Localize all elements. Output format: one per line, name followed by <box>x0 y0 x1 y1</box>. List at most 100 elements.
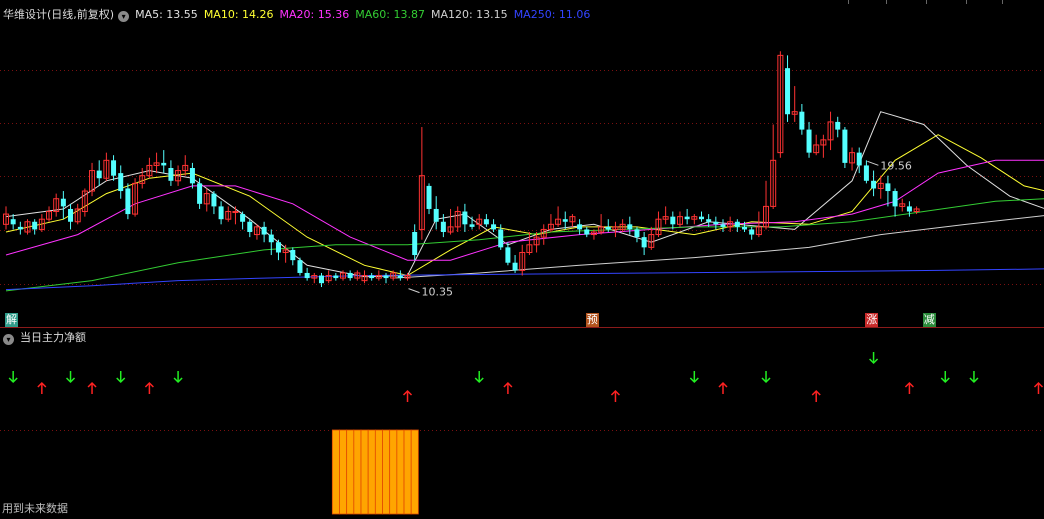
candle-body-down <box>247 221 253 232</box>
signal-arrow-down <box>940 371 950 384</box>
candle-body-down <box>369 275 375 279</box>
indicator-menu-icon[interactable]: ▾ <box>3 334 14 345</box>
candle-body-down <box>68 208 74 222</box>
candle-body-down <box>383 275 389 279</box>
candle-body-down <box>189 168 195 184</box>
ma-legend-item: MA250: 11.06 <box>513 8 591 21</box>
signal-arrow-up <box>144 381 154 394</box>
candle-body-down <box>211 193 217 207</box>
candle-body-down <box>885 183 891 192</box>
candle-body-down <box>96 170 102 179</box>
candle-body-down <box>856 152 862 166</box>
candle-body-down <box>304 272 310 279</box>
stock-title[interactable]: 华维设计(日线,前复权) <box>3 8 114 21</box>
candle-body-down <box>835 121 841 130</box>
candle-body-down <box>426 185 432 209</box>
candle-body-down <box>318 275 324 284</box>
candle-body-down <box>197 183 203 204</box>
signal-arrow-down <box>869 352 879 365</box>
candle-body-down <box>397 275 403 279</box>
candle-body-down <box>842 129 848 163</box>
candle-body-down <box>333 275 339 279</box>
event-tag[interactable]: 解 <box>5 313 18 327</box>
candle-body-up <box>232 211 239 214</box>
candle-body-down <box>863 165 869 181</box>
candle-body-down <box>713 221 719 225</box>
net-amount-bars <box>331 429 419 515</box>
indicator-title[interactable]: 当日主力净额 <box>20 331 86 344</box>
net-amount-bar <box>396 429 405 515</box>
signal-arrow-up <box>37 381 47 394</box>
candlesticks <box>3 51 920 288</box>
settings-circle-icon[interactable]: ▾ <box>118 11 130 22</box>
signal-arrow-up <box>811 389 821 402</box>
event-tag[interactable]: 减 <box>922 313 936 327</box>
candle-body-down <box>498 229 504 248</box>
candle-body-down <box>297 260 303 273</box>
signal-arrow-up <box>610 389 620 402</box>
candle-body-down <box>605 226 611 230</box>
candle-body-down <box>440 221 446 232</box>
net-amount-bar <box>353 429 362 515</box>
ma-legend-item: MA60: 13.87 <box>355 8 425 21</box>
signal-arrow-down <box>761 371 771 384</box>
candle-body-down <box>720 224 726 227</box>
candle-body-down <box>742 226 748 230</box>
signal-arrow-up <box>402 389 413 402</box>
net-amount-bar <box>339 429 348 515</box>
candle-body-down <box>17 226 23 230</box>
event-tag[interactable]: 预 <box>585 313 599 327</box>
candle-body-down <box>347 272 353 279</box>
signal-arrow-down <box>8 371 18 384</box>
net-amount-bar <box>403 429 412 515</box>
candle-body-down <box>462 211 468 225</box>
candle-body-down <box>799 111 805 130</box>
signal-arrows <box>8 352 1044 402</box>
candle-body-down <box>240 214 246 222</box>
main-chart-header: 华维设计(日线,前复权) ▾ MA5: 13.55 MA10: 14.26 MA20: … <box>3 6 602 22</box>
candle-body-down <box>871 180 877 189</box>
signal-arrow-down <box>116 371 126 384</box>
signal-arrow-down <box>689 371 699 384</box>
candle-body-down <box>483 219 489 225</box>
candle-body-down <box>32 221 38 230</box>
top-toolbar-strip <box>0 0 1044 4</box>
candle-body-down <box>785 68 791 115</box>
candle-body-down <box>125 188 131 215</box>
footer-note: 用到未来数据 <box>2 502 68 515</box>
ma-legend: MA5: 13.55 MA10: 14.26 MA20: 15.36 MA60: 13… <box>135 8 596 21</box>
annotation-pointer <box>867 160 879 166</box>
candle-body-down <box>806 129 812 153</box>
signal-arrow-up <box>87 381 97 394</box>
ma-legend-item: MA120: 13.15 <box>430 8 508 21</box>
candle-body-down <box>906 206 912 212</box>
ma-legend-item: MA5: 13.55 <box>135 8 198 21</box>
candle-body-down <box>892 191 898 207</box>
candle-body-down <box>412 232 418 256</box>
event-tag[interactable]: 涨 <box>865 313 879 327</box>
candle-body-down <box>670 216 676 225</box>
candle-body-down <box>684 216 690 220</box>
candle-body-down <box>562 219 568 222</box>
signal-arrow-down <box>65 371 76 384</box>
candle-body-down <box>261 226 267 235</box>
candle-body-down <box>577 224 583 230</box>
signal-arrow-up <box>718 381 728 394</box>
signal-arrow-up <box>904 381 914 394</box>
signal-arrow-up <box>503 381 513 394</box>
net-amount-bar <box>389 429 398 515</box>
candle-body-down <box>641 237 647 248</box>
net-amount-bar <box>360 429 369 515</box>
ma-line-ma20 <box>5 159 1044 261</box>
net-amount-bar <box>382 429 391 515</box>
ma-line-ma60 <box>5 198 1044 292</box>
candle-body-down <box>60 198 66 207</box>
stock-chart[interactable]: 19.56 10.35 <box>0 0 1044 519</box>
sub-chart-header: ▾ 当日主力净额 <box>3 329 92 345</box>
ma-line-ma250 <box>5 268 1044 291</box>
candle-body-down <box>118 173 124 192</box>
candle-body-down <box>275 242 281 253</box>
candle-body-down <box>698 216 704 220</box>
price-annotation-label: 10.35 <box>422 286 454 299</box>
candle-body-down <box>584 229 590 235</box>
